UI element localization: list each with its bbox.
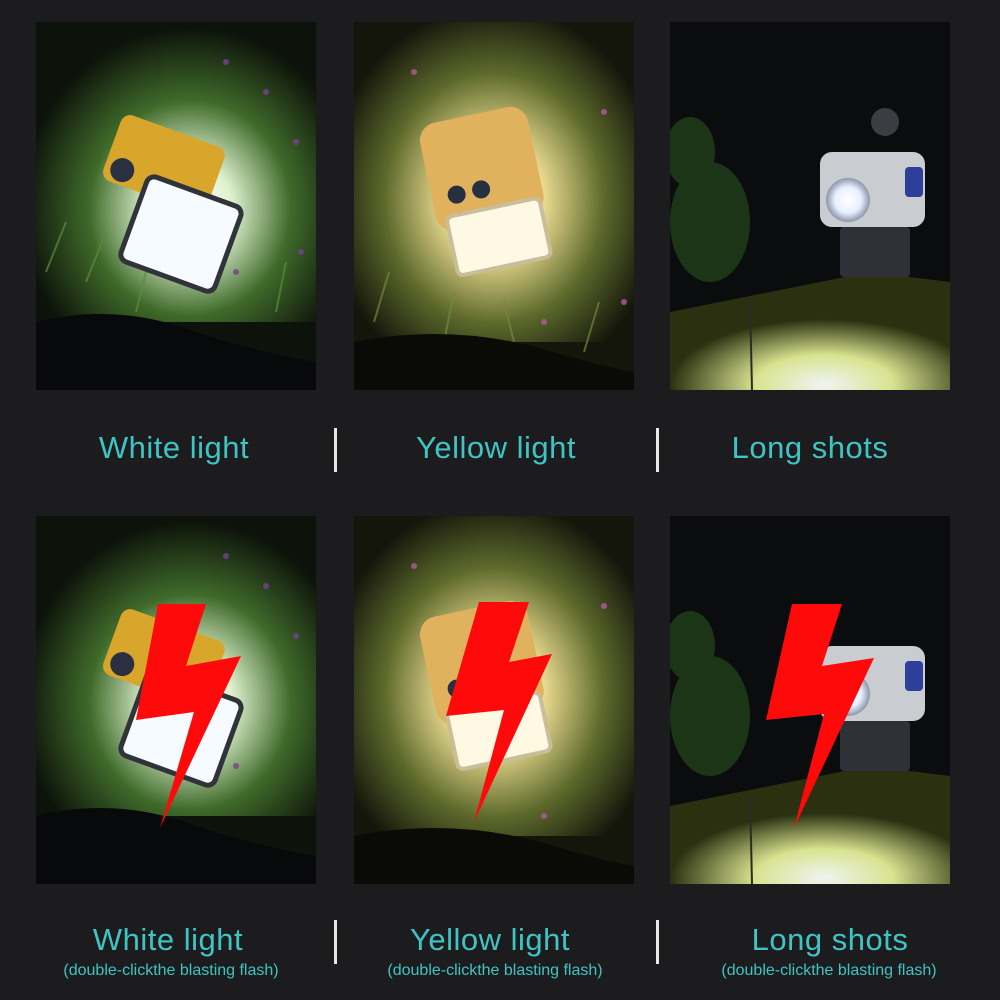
- caption-note: (double-clickthe blasting flash): [63, 962, 279, 979]
- caption-note: (double-clickthe blasting flash): [721, 962, 937, 979]
- caption-long-shots: Long shots: [751, 922, 909, 957]
- caption-yellow-light: Yellow light: [410, 922, 570, 957]
- photo-white-light-flash: [36, 516, 316, 884]
- photo-long-shots-flash: [670, 516, 950, 884]
- photo-yellow-light-flash: [354, 516, 634, 884]
- photo-yellow-light: [354, 22, 634, 390]
- caption-separator: [334, 428, 337, 472]
- photo-long-shots: [670, 22, 950, 390]
- caption-long-shots: Long shots: [731, 430, 889, 465]
- caption-white-light: White light: [92, 922, 244, 957]
- caption-white-light: White light: [98, 430, 250, 465]
- caption-note: (double-clickthe blasting flash): [387, 962, 603, 979]
- caption-yellow-light: Yellow light: [416, 430, 576, 465]
- photo-white-light: [36, 22, 316, 390]
- caption-separator: [656, 920, 659, 964]
